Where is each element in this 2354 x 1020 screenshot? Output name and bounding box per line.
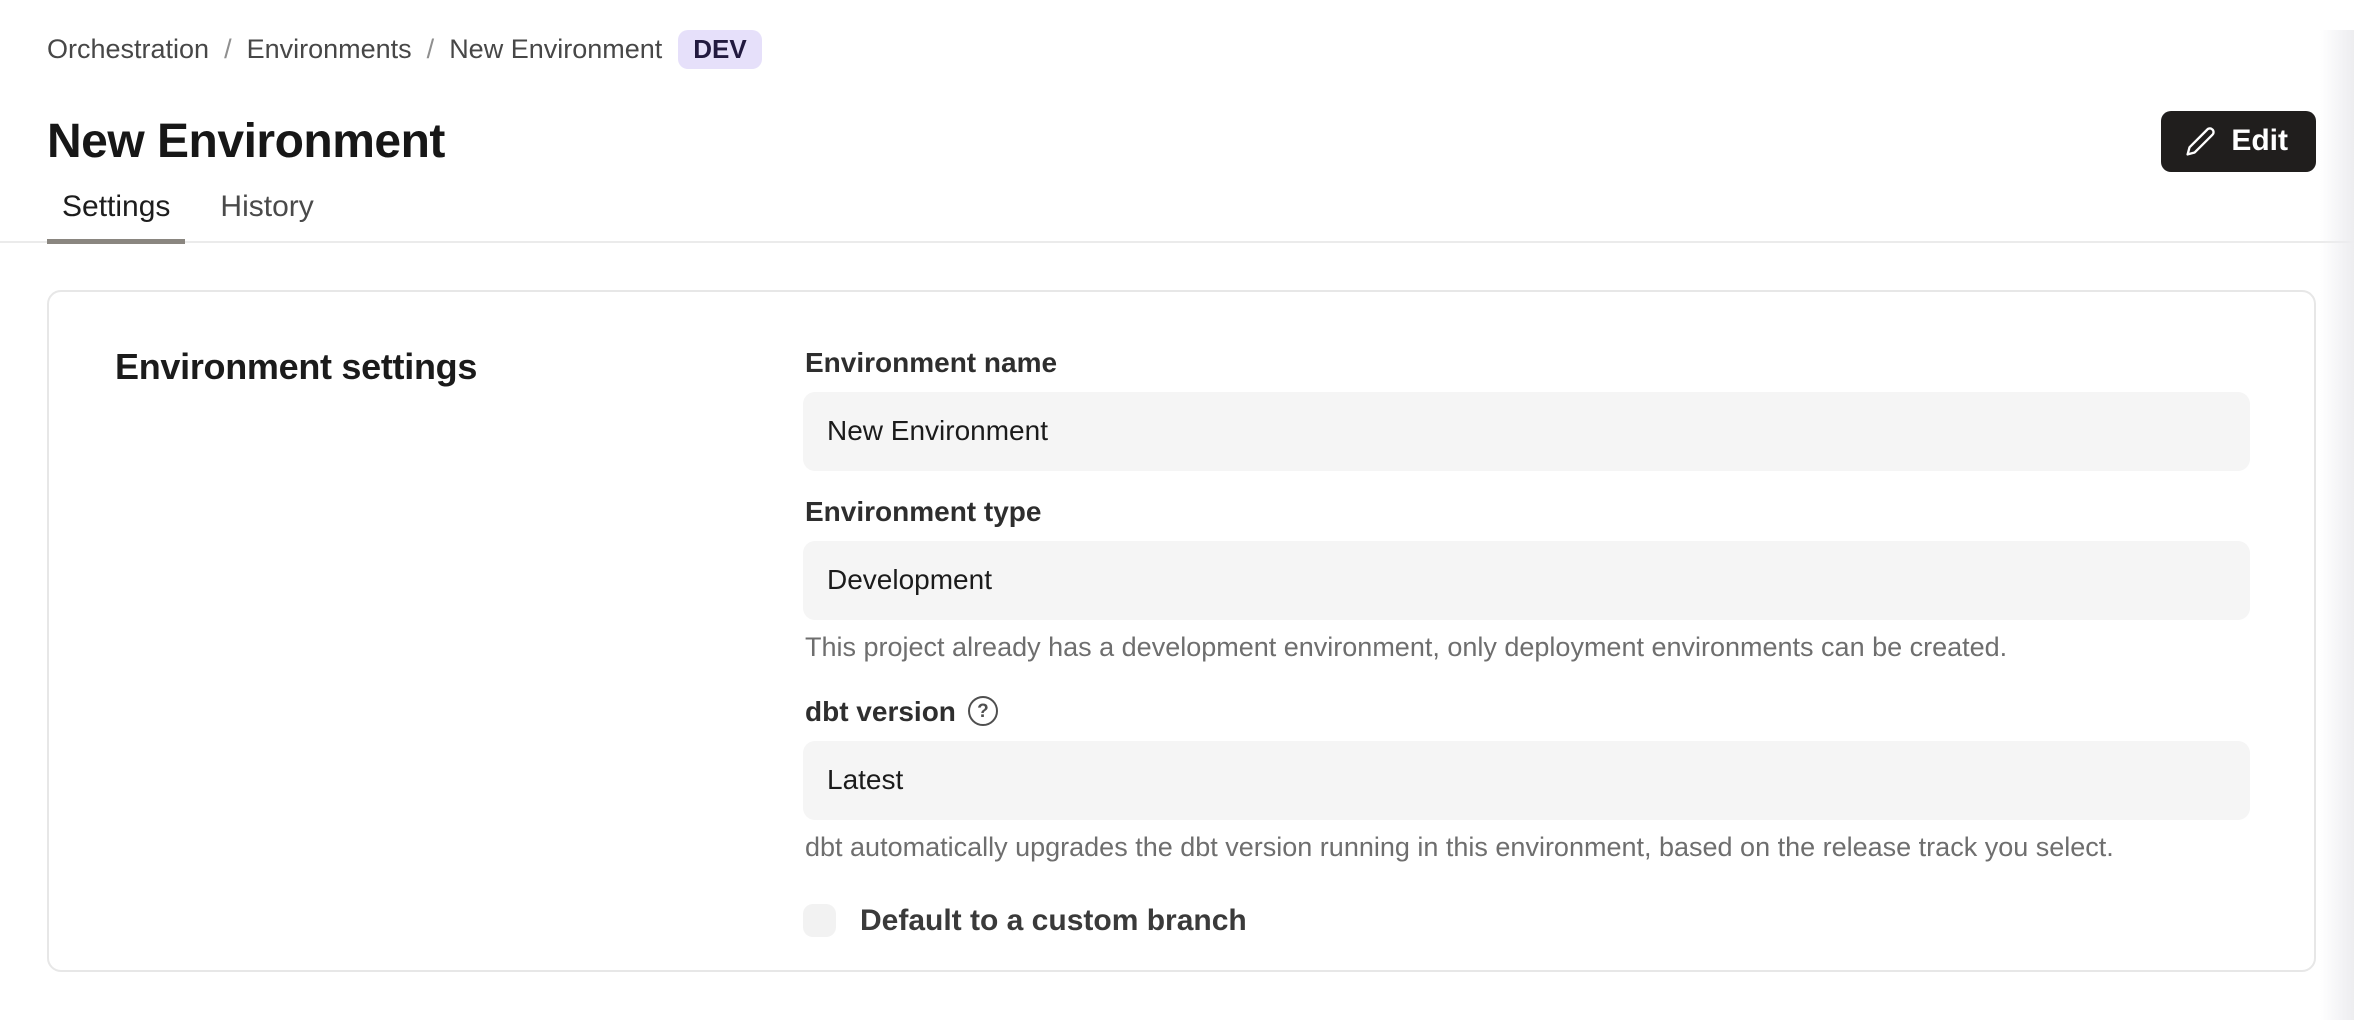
environment-name-input[interactable] bbox=[803, 392, 2250, 471]
breadcrumb-separator: / bbox=[427, 34, 435, 65]
dbt-version-label: dbt version ? bbox=[805, 695, 2250, 728]
custom-branch-checkbox[interactable] bbox=[803, 904, 836, 937]
card-form-column: Environment name Environment type This p… bbox=[803, 346, 2250, 970]
environment-name-label: Environment name bbox=[805, 346, 2250, 379]
edit-button[interactable]: Edit bbox=[2161, 111, 2316, 172]
dev-badge: DEV bbox=[678, 30, 761, 69]
tab-history[interactable]: History bbox=[205, 190, 328, 244]
breadcrumb-orchestration[interactable]: Orchestration bbox=[47, 34, 209, 65]
breadcrumb-new-environment: New Environment bbox=[449, 34, 662, 65]
dbt-version-label-text: dbt version bbox=[805, 695, 956, 728]
tab-bar: Settings History bbox=[0, 190, 2354, 243]
tab-settings[interactable]: Settings bbox=[47, 190, 185, 244]
help-icon[interactable]: ? bbox=[968, 696, 998, 726]
pencil-icon bbox=[2185, 126, 2216, 157]
card-heading-column: Environment settings bbox=[115, 346, 803, 970]
edit-button-label: Edit bbox=[2231, 124, 2288, 158]
environment-settings-page: Orchestration / Environments / New Envir… bbox=[0, 30, 2354, 972]
card-heading: Environment settings bbox=[115, 346, 803, 388]
environment-settings-card: Environment settings Environment name En… bbox=[47, 290, 2316, 972]
environment-type-helper-text: This project already has a development e… bbox=[805, 631, 2250, 663]
breadcrumb: Orchestration / Environments / New Envir… bbox=[47, 30, 2354, 69]
dbt-version-helper-text: dbt automatically upgrades the dbt versi… bbox=[805, 831, 2250, 863]
dbt-version-input[interactable] bbox=[803, 741, 2250, 820]
page-header: New Environment Edit bbox=[47, 111, 2354, 172]
custom-branch-row: Default to a custom branch bbox=[803, 904, 2250, 938]
page-title: New Environment bbox=[47, 114, 445, 169]
custom-branch-label: Default to a custom branch bbox=[860, 904, 1247, 938]
breadcrumb-environments[interactable]: Environments bbox=[247, 34, 412, 65]
environment-type-label: Environment type bbox=[805, 495, 2250, 528]
environment-type-input[interactable] bbox=[803, 541, 2250, 620]
breadcrumb-separator: / bbox=[224, 34, 232, 65]
